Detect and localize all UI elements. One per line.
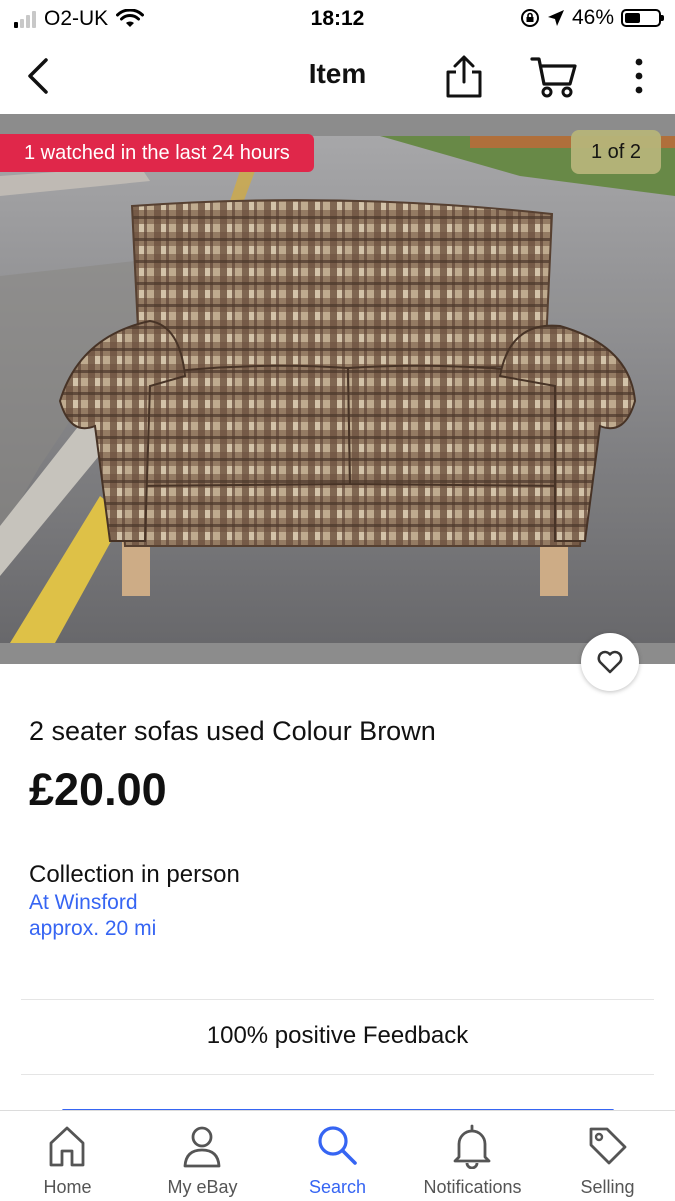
image-counter: 1 of 2 bbox=[570, 130, 661, 174]
navigation-bar: Item bbox=[0, 40, 675, 114]
tab-notifications[interactable]: Notifications bbox=[405, 1111, 540, 1201]
seller-feedback[interactable]: 100% positive Feedback bbox=[0, 1022, 675, 1050]
battery-icon bbox=[621, 9, 664, 27]
person-icon bbox=[183, 1126, 221, 1168]
item-title: 2 seater sofas used Colour Brown bbox=[29, 716, 436, 746]
tab-label: Selling bbox=[580, 1177, 635, 1197]
search-icon bbox=[318, 1126, 357, 1165]
cart-icon[interactable] bbox=[530, 54, 578, 100]
heart-icon bbox=[597, 650, 623, 674]
bell-icon bbox=[453, 1124, 491, 1169]
tab-label: Notifications bbox=[423, 1177, 522, 1197]
tab-selling[interactable]: Selling bbox=[540, 1111, 675, 1201]
divider bbox=[21, 1074, 654, 1075]
image-gallery[interactable]: 1 watched in the last 24 hours 1 of 2 bbox=[0, 114, 675, 664]
battery-percent: 46% bbox=[571, 6, 614, 29]
collection-distance[interactable]: approx. 20 mi bbox=[29, 917, 156, 941]
collection-location-link[interactable]: At Winsford bbox=[29, 891, 138, 915]
status-bar: O2-UK 18:12 46% bbox=[0, 0, 675, 40]
tab-home[interactable]: Home bbox=[0, 1111, 135, 1201]
location-arrow-icon bbox=[547, 10, 564, 26]
tab-label: Home bbox=[43, 1177, 92, 1197]
watched-badge: 1 watched in the last 24 hours bbox=[0, 134, 314, 172]
item-price: £20.00 bbox=[29, 764, 167, 815]
tab-search[interactable]: Search bbox=[270, 1111, 405, 1201]
rotation-lock-icon bbox=[520, 9, 539, 27]
tab-label: Search bbox=[308, 1177, 367, 1197]
tag-icon bbox=[589, 1127, 627, 1165]
tab-label: My eBay bbox=[167, 1177, 238, 1197]
collection-label: Collection in person bbox=[29, 861, 240, 888]
tab-my-ebay[interactable]: My eBay bbox=[135, 1111, 270, 1201]
more-vertical-icon[interactable] bbox=[625, 56, 653, 96]
bottom-tab-bar: Home My eBay Search Notifications Sellin… bbox=[0, 1110, 675, 1201]
divider bbox=[21, 999, 654, 1000]
watch-button[interactable] bbox=[581, 633, 639, 691]
item-photo[interactable] bbox=[0, 136, 675, 643]
status-indicators: 46% bbox=[520, 6, 664, 30]
share-icon[interactable] bbox=[442, 54, 486, 100]
home-icon bbox=[49, 1126, 85, 1167]
